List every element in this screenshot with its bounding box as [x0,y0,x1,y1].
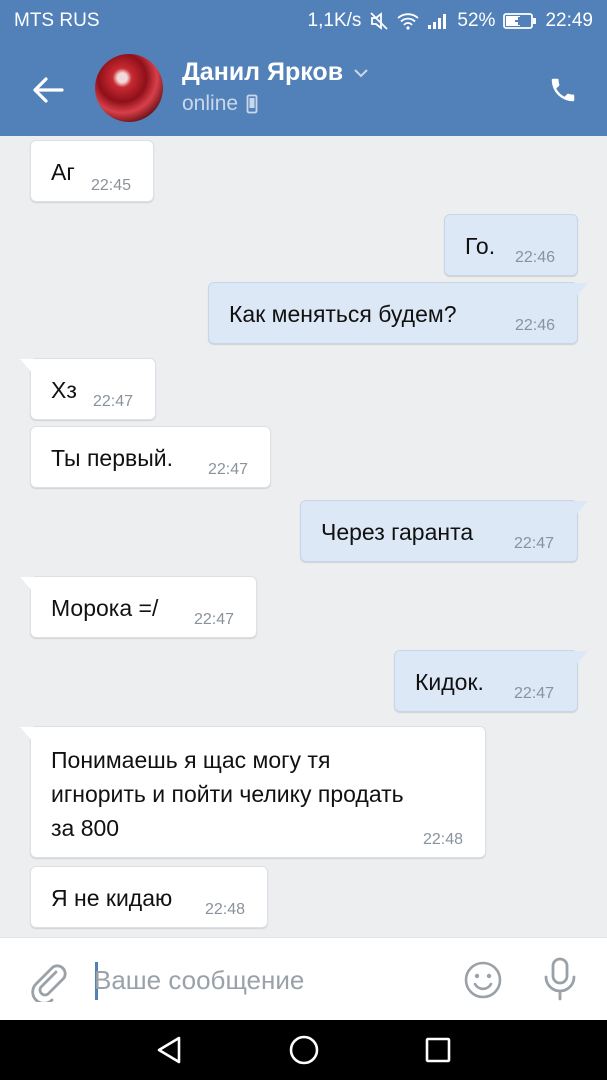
contact-status: online [182,92,239,115]
message-text: Через гаранта [321,519,474,545]
message-time: 22:46 [515,249,556,266]
message-line: за 800 [51,815,120,841]
message-bubble-outgoing[interactable]: Го. 22:46 [444,214,578,276]
message-text: Как меняться будем? [229,301,457,327]
message-bubble-incoming[interactable]: Понимаешь я щас могу тя игнорить и пойти… [20,726,486,858]
signal-icon [427,12,449,30]
battery-percent: 52% [457,10,496,31]
message-text: Ты первый. [51,445,173,471]
message-input[interactable] [94,960,434,1000]
message-time: 22:47 [93,393,134,410]
message-bubble-incoming[interactable]: Морока =/ 22:47 [20,576,257,638]
message-text: Хз [51,377,77,403]
message-time: 22:48 [423,831,464,848]
mobile-device-icon [246,94,258,114]
nav-recents-button[interactable] [420,1032,456,1068]
paperclip-icon [31,964,67,1005]
triangle-back-icon [157,1036,181,1064]
message-text: Морока =/ [51,595,159,621]
message-bubble-incoming[interactable]: Ты первый. 22:47 [30,426,271,488]
back-arrow-icon [33,77,64,103]
back-button[interactable] [28,70,68,110]
contact-status-row: online [182,92,258,116]
message-time: 22:47 [208,461,249,478]
voice-message-button[interactable] [540,956,580,1002]
message-text: Го. [465,233,496,259]
system-navigation-bar [0,1020,607,1080]
message-bubble-incoming[interactable]: Я не кидаю 22:48 [30,866,268,928]
chat-header: Данил Ярков online [0,42,607,136]
message-time: 22:46 [515,317,556,334]
status-icons: 1,1K/s 52% 22:49 [308,10,593,32]
carrier-name: MTS RUS [14,10,100,31]
message-time: 22:48 [205,901,246,918]
message-time: 22:47 [194,611,235,628]
nav-back-button[interactable] [151,1032,187,1068]
chevron-down-icon [354,68,368,77]
message-line: игнорить и пойти челику продать [51,781,404,807]
circle-home-icon [289,1035,319,1065]
microphone-icon [544,957,576,1001]
message-bubble-outgoing[interactable]: Кидок. 22:47 [394,650,588,712]
contact-avatar[interactable] [95,54,163,122]
call-button[interactable] [543,70,583,110]
clock: 22:49 [545,10,593,31]
message-line: Понимаешь я щас могу тя [51,747,331,773]
nav-home-button[interactable] [286,1032,322,1068]
attach-button[interactable] [28,958,68,1005]
square-recents-icon [425,1037,451,1063]
network-speed: 1,1K/s [307,10,362,31]
contact-name: Данил Ярков [182,58,344,86]
message-bubble-incoming[interactable]: Хз 22:47 [20,358,156,420]
wifi-icon [397,12,420,30]
mute-icon [369,11,389,31]
phone-icon [551,78,575,102]
message-text: Кидок. [415,669,484,695]
message-bubble-outgoing[interactable]: Через гаранта 22:47 [300,500,588,562]
message-bubble-outgoing[interactable]: Как меняться будем? 22:46 [208,282,588,344]
message-text-multiline: Понимаешь я щас могу тя игнорить и пойти… [51,743,404,845]
emoji-button[interactable] [463,960,503,1000]
contact-name-row[interactable]: Данил Ярков [182,58,369,87]
smiley-icon [464,961,502,999]
message-list[interactable]: Аг 22:45 Го. 22:46 Как меняться будем? 2… [0,136,607,937]
message-composer [0,937,607,1020]
message-bubble-incoming[interactable]: Аг 22:45 [30,140,154,202]
message-text: Я не кидаю [51,885,173,911]
status-bar: MTS RUS 1,1K/s 52% 22:49 [0,0,607,42]
message-time: 22:47 [514,535,555,552]
message-time: 22:45 [91,177,132,194]
message-text: Аг [51,159,75,185]
battery-charging-icon [503,12,537,30]
message-time: 22:47 [514,685,555,702]
